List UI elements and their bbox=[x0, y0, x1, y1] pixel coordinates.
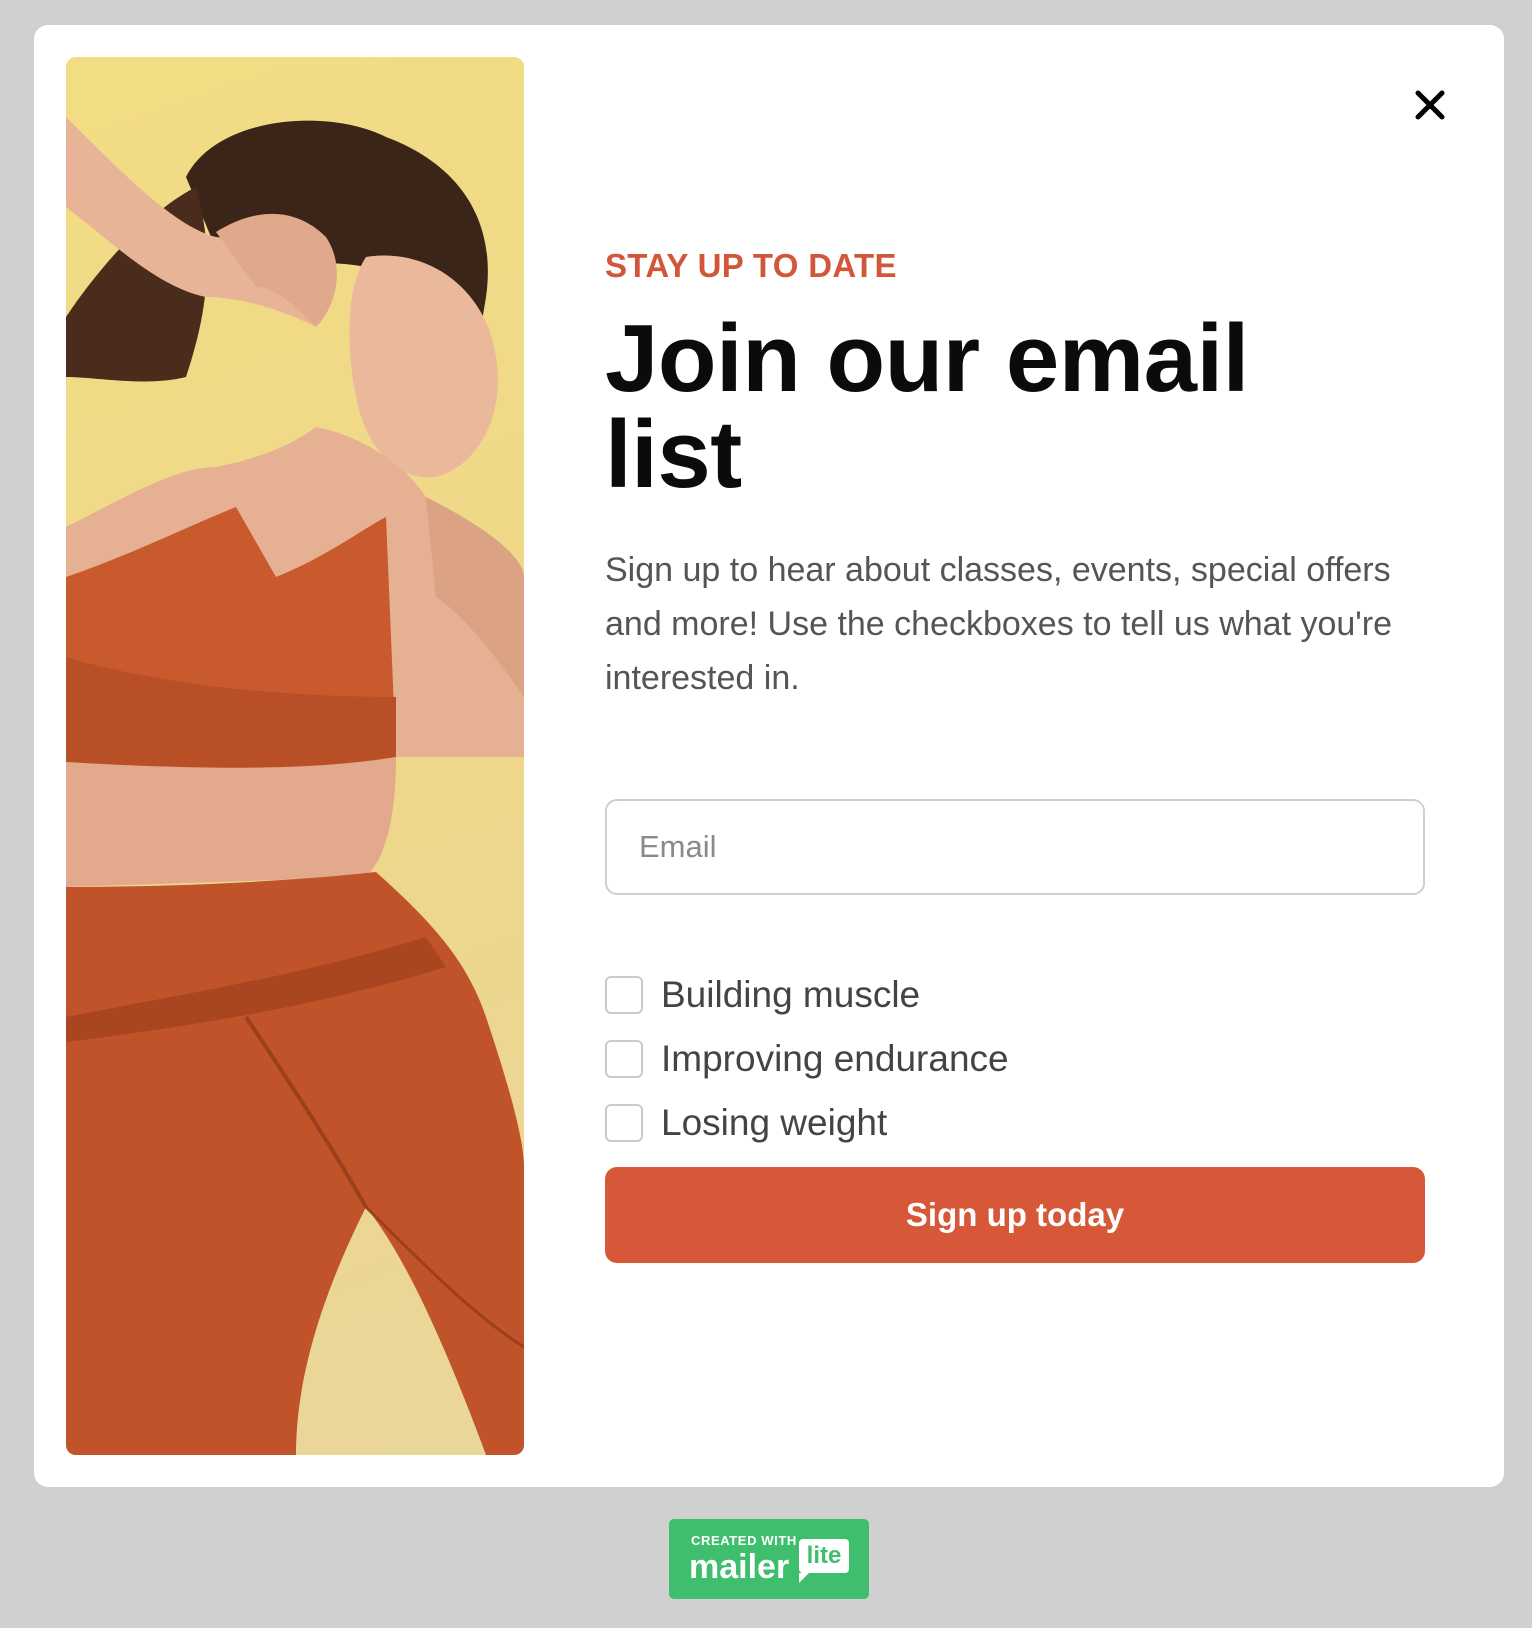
description-text: Sign up to hear about classes, events, s… bbox=[605, 551, 1393, 697]
signup-button[interactable]: Sign up today bbox=[605, 1167, 1425, 1263]
checkbox[interactable] bbox=[605, 1104, 643, 1142]
mailerlite-badge[interactable]: CREATED WITH mailer lite bbox=[669, 1519, 869, 1599]
woman-fitness-illustration bbox=[66, 117, 524, 1455]
option-label: Losing weight bbox=[661, 1102, 888, 1143]
option-building-muscle[interactable]: Building muscle bbox=[605, 963, 1009, 1027]
option-label: Improving endurance bbox=[661, 1038, 1009, 1079]
signup-modal: STAY UP TO DATE Join our email list Sign… bbox=[34, 25, 1504, 1487]
eyebrow-label: STAY UP TO DATE bbox=[605, 247, 897, 284]
close-icon bbox=[1415, 90, 1445, 120]
interest-options: Building muscle Improving endurance Losi… bbox=[605, 963, 1009, 1155]
page-title: Join our email list bbox=[605, 305, 1249, 508]
badge-brand-tag: lite bbox=[806, 1542, 842, 1569]
option-label: Building muscle bbox=[661, 974, 921, 1015]
checkbox[interactable] bbox=[605, 976, 643, 1014]
badge-brand-word: mailer bbox=[689, 1548, 790, 1586]
mailerlite-logo-icon: lite bbox=[799, 1539, 849, 1583]
option-losing-weight[interactable]: Losing weight bbox=[605, 1091, 1009, 1155]
option-improving-endurance[interactable]: Improving endurance bbox=[605, 1027, 1009, 1091]
close-button[interactable] bbox=[1406, 81, 1454, 129]
hero-photo bbox=[66, 57, 524, 1455]
email-field[interactable] bbox=[605, 799, 1425, 895]
checkbox[interactable] bbox=[605, 1040, 643, 1078]
badge-caption: CREATED WITH bbox=[691, 1533, 797, 1548]
